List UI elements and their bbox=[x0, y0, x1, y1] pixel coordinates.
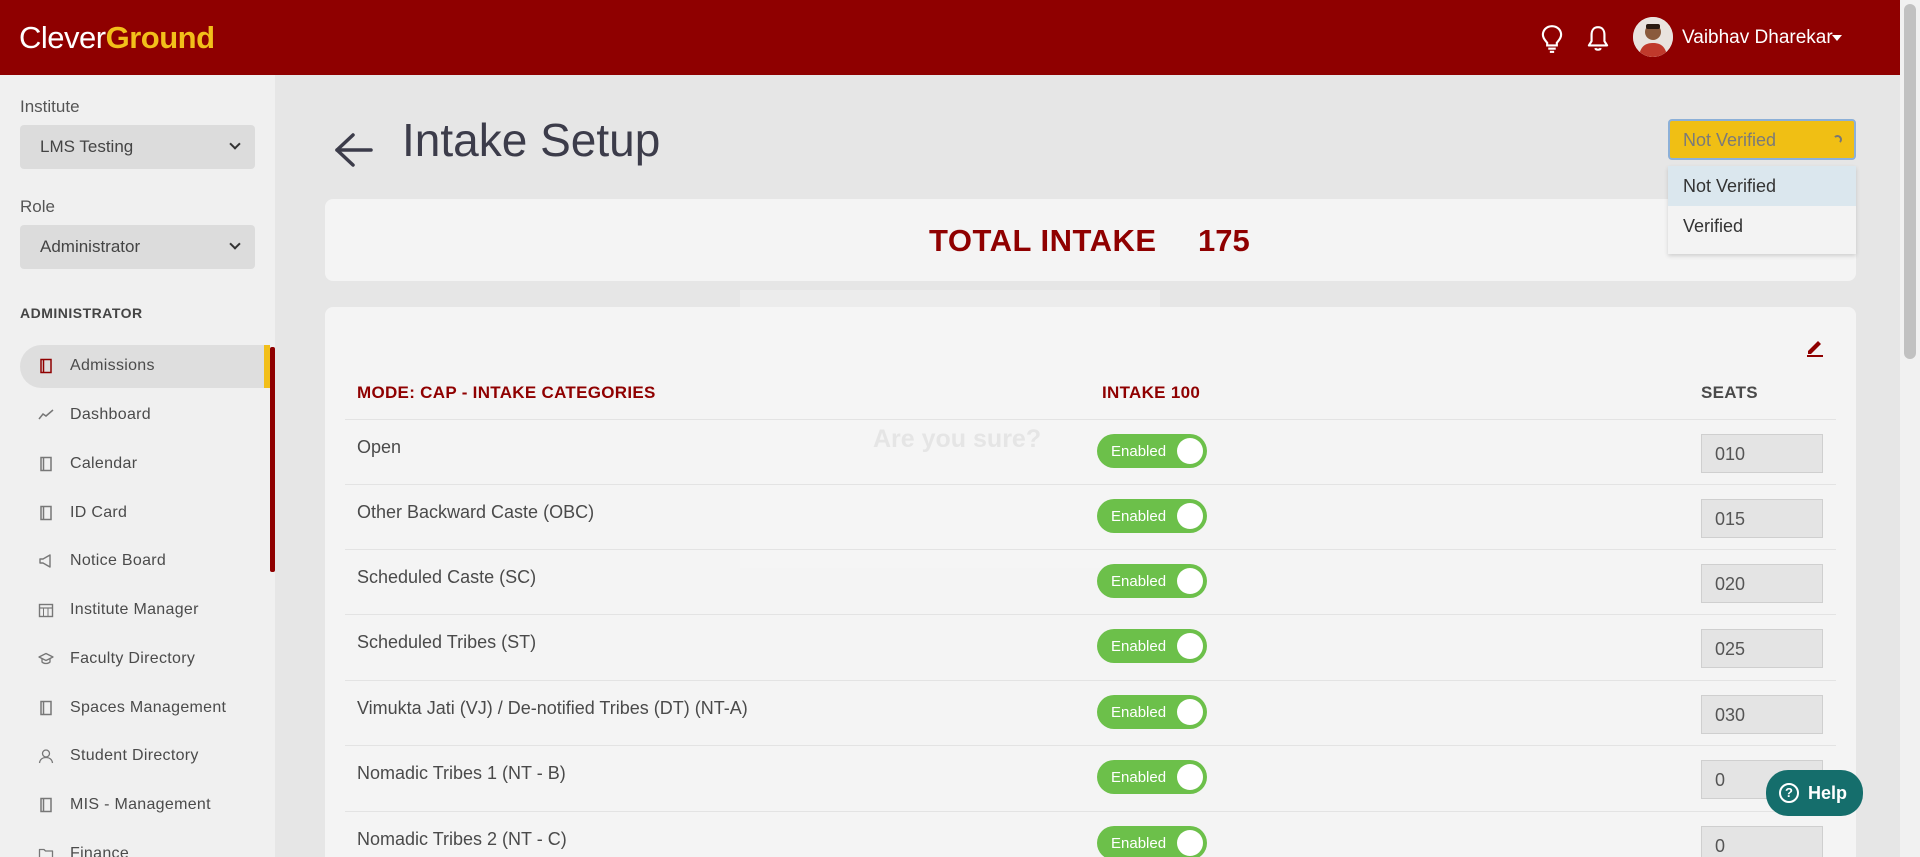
brand-logo[interactable]: CleverGround bbox=[19, 20, 215, 56]
chart-line-icon bbox=[38, 409, 54, 420]
category-name: Open bbox=[357, 437, 402, 457]
category-name: Nomadic Tribes 2 (NT - C) bbox=[357, 829, 567, 849]
category-name: Nomadic Tribes 1 (NT - B) bbox=[357, 763, 566, 783]
sidebar-item-finance[interactable]: Finance bbox=[20, 833, 270, 857]
sidebar-item-mis-management[interactable]: MIS - Management bbox=[20, 784, 270, 827]
role-select[interactable]: Administrator bbox=[20, 225, 255, 269]
category-name: Other Backward Caste (OBC) bbox=[357, 502, 595, 522]
total-intake-value: 175 bbox=[1198, 223, 1250, 258]
verification-status-menu: Not Verified Verified bbox=[1668, 166, 1856, 254]
enabled-toggle[interactable]: Enabled bbox=[1097, 564, 1207, 598]
seats-input[interactable]: 015 bbox=[1701, 499, 1823, 538]
seats-input[interactable]: 010 bbox=[1701, 434, 1823, 473]
chevron-down-icon bbox=[229, 238, 241, 250]
book-icon bbox=[40, 358, 52, 374]
book-icon bbox=[40, 700, 52, 716]
sidebar-item-dashboard[interactable]: Dashboard bbox=[20, 394, 270, 437]
sidebar-scroll-track[interactable] bbox=[270, 347, 275, 572]
enabled-toggle[interactable]: Enabled bbox=[1097, 826, 1207, 857]
seats-input[interactable]: 030 bbox=[1701, 695, 1823, 734]
category-name: Vimukta Jati (VJ) / De-notified Tribes (… bbox=[357, 698, 748, 718]
pencil-icon[interactable] bbox=[1805, 337, 1825, 357]
toggle-knob bbox=[1177, 764, 1203, 790]
folder-icon bbox=[38, 848, 54, 857]
status-option-verified[interactable]: Verified bbox=[1668, 206, 1856, 246]
user-icon bbox=[38, 749, 54, 764]
book-icon bbox=[40, 797, 52, 813]
sidebar-item-spaces-management[interactable]: Spaces Management bbox=[20, 687, 270, 730]
lightbulb-icon[interactable] bbox=[1538, 24, 1566, 54]
book-icon bbox=[40, 505, 52, 521]
back-arrow-icon[interactable] bbox=[333, 128, 373, 168]
help-button[interactable]: ? Help bbox=[1766, 770, 1863, 816]
verification-status-select[interactable]: Not Verified bbox=[1668, 119, 1856, 160]
status-option-not-verified[interactable]: Not Verified bbox=[1668, 166, 1856, 206]
column-header-category: MODE: CAP - INTAKE CATEGORIES bbox=[357, 383, 656, 402]
page-scrollbar[interactable] bbox=[1900, 0, 1920, 857]
role-label: Role bbox=[20, 197, 55, 216]
seats-input[interactable]: 025 bbox=[1701, 629, 1823, 668]
toggle-knob bbox=[1177, 699, 1203, 725]
table-row: Open Enabled 010 bbox=[345, 419, 1836, 484]
sidebar-item-notice-board[interactable]: Notice Board bbox=[20, 540, 270, 583]
enabled-toggle[interactable]: Enabled bbox=[1097, 629, 1207, 663]
scrollbar-thumb[interactable] bbox=[1904, 4, 1916, 359]
sidebar-item-calendar[interactable]: Calendar bbox=[20, 443, 270, 486]
table-row: Scheduled Caste (SC) Enabled 020 bbox=[345, 549, 1836, 614]
user-name[interactable]: Vaibhav Dharekar bbox=[1682, 27, 1833, 49]
sidebar-item-id-card[interactable]: ID Card bbox=[20, 492, 270, 535]
top-bar: CleverGround Vaibhav Dharekar bbox=[0, 0, 1920, 75]
sidebar: Institute LMS Testing Role Administrator… bbox=[0, 75, 275, 857]
book-icon bbox=[40, 456, 52, 472]
total-intake-label: TOTAL INTAKE bbox=[929, 223, 1157, 258]
enabled-toggle[interactable]: Enabled bbox=[1097, 695, 1207, 729]
sidebar-item-institute-manager[interactable]: Institute Manager bbox=[20, 589, 270, 632]
megaphone-icon bbox=[39, 554, 51, 568]
table-row: Nomadic Tribes 2 (NT - C) Enabled 0 bbox=[345, 811, 1836, 857]
table-row: Vimukta Jati (VJ) / De-notified Tribes (… bbox=[345, 680, 1836, 745]
graduation-cap-icon bbox=[38, 652, 54, 665]
institute-label: Institute bbox=[20, 97, 80, 116]
institute-select[interactable]: LMS Testing bbox=[20, 125, 255, 169]
table-row: Scheduled Tribes (ST) Enabled 025 bbox=[345, 614, 1836, 679]
chevron-down-icon bbox=[229, 138, 241, 150]
calendar-grid-icon bbox=[38, 603, 54, 618]
sidebar-item-faculty-directory[interactable]: Faculty Directory bbox=[20, 638, 270, 681]
page-title: Intake Setup bbox=[402, 114, 661, 166]
column-header-seats: SEATS bbox=[1701, 383, 1758, 402]
enabled-toggle[interactable]: Enabled bbox=[1097, 760, 1207, 794]
column-header-intake: INTAKE 100 bbox=[1102, 383, 1201, 402]
table-row: Nomadic Tribes 1 (NT - B) Enabled 0 bbox=[345, 745, 1836, 810]
avatar[interactable] bbox=[1633, 17, 1673, 57]
table-row: Other Backward Caste (OBC) Enabled 015 bbox=[345, 484, 1836, 549]
enabled-toggle[interactable]: Enabled bbox=[1097, 499, 1207, 533]
question-icon: ? bbox=[1779, 783, 1799, 803]
category-name: Scheduled Tribes (ST) bbox=[357, 632, 537, 652]
sidebar-section-heading: ADMINISTRATOR bbox=[20, 305, 143, 321]
seats-input[interactable]: 0 bbox=[1701, 826, 1823, 857]
loading-spinner-icon bbox=[1833, 135, 1842, 144]
category-name: Scheduled Caste (SC) bbox=[357, 567, 537, 587]
toggle-knob bbox=[1177, 633, 1203, 659]
caret-down-icon[interactable] bbox=[1832, 35, 1842, 41]
toggle-knob bbox=[1177, 568, 1203, 594]
sidebar-item-admissions[interactable]: Admissions bbox=[20, 345, 270, 388]
enabled-toggle[interactable]: Enabled bbox=[1097, 434, 1207, 468]
bell-icon[interactable] bbox=[1584, 24, 1612, 54]
toggle-knob bbox=[1177, 438, 1203, 464]
seats-input[interactable]: 020 bbox=[1701, 564, 1823, 603]
toggle-knob bbox=[1177, 503, 1203, 529]
sidebar-item-student-directory[interactable]: Student Directory bbox=[20, 735, 270, 778]
toggle-knob bbox=[1177, 830, 1203, 856]
